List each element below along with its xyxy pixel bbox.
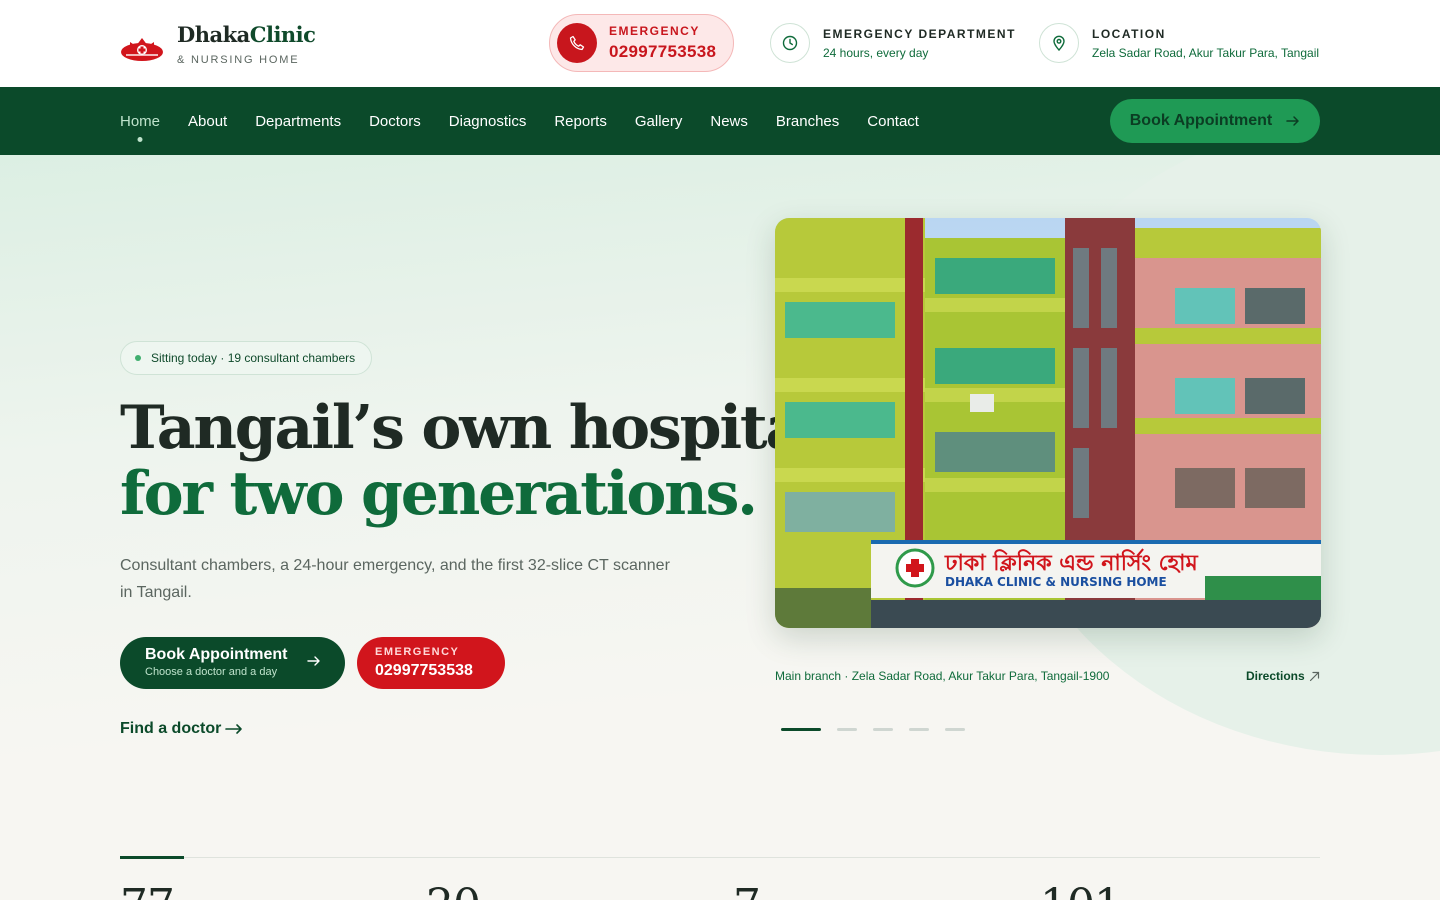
arrow-right-icon bbox=[1286, 116, 1299, 126]
phone-icon bbox=[557, 23, 597, 63]
brand-name: DhakaClinic bbox=[177, 22, 316, 47]
carousel-dot-5[interactable] bbox=[945, 728, 965, 731]
department-hours: 24 hours, every day bbox=[823, 45, 929, 60]
book-appointment-nav-button[interactable]: Book Appointment bbox=[1110, 99, 1320, 143]
arrow-right-icon bbox=[225, 724, 243, 734]
map-pin-icon bbox=[1039, 23, 1079, 63]
carousel-dot-3[interactable] bbox=[873, 728, 893, 731]
nav-item-doctors[interactable]: Doctors bbox=[369, 113, 421, 130]
carousel-dots bbox=[781, 728, 965, 731]
find-doctor-label: Find a doctor bbox=[120, 720, 222, 737]
brand-subtitle: & NURSING HOME bbox=[177, 54, 300, 66]
book-appointment-button[interactable]: Book Appointment Choose a doctor and a d… bbox=[120, 637, 345, 689]
arrow-up-right-icon bbox=[1309, 671, 1319, 681]
photo-caption: Main branch · Zela Sadar Road, Akur Taku… bbox=[775, 669, 1110, 683]
hero-description: Consultant chambers, a 24-hour emergency… bbox=[120, 557, 670, 601]
nav-item-gallery[interactable]: Gallery bbox=[635, 113, 683, 130]
find-doctor-link[interactable]: Find a doctor bbox=[120, 720, 243, 738]
emergency-department-info: EMERGENCY DEPARTMENT 24 hours, every day bbox=[770, 23, 1016, 63]
stats-accent-bar bbox=[120, 856, 184, 859]
nav-item-home[interactable]: Home bbox=[120, 113, 160, 142]
department-title: EMERGENCY DEPARTMENT bbox=[823, 26, 1016, 41]
emergency-number: 02997753538 bbox=[609, 42, 717, 61]
nav-item-reports[interactable]: Reports bbox=[554, 113, 607, 130]
carousel-dot-1[interactable] bbox=[781, 728, 821, 731]
brand-logo[interactable]: DhakaClinic & NURSING HOME bbox=[120, 22, 316, 68]
location-title: LOCATION bbox=[1092, 26, 1166, 41]
emergency-button-label: EMERGENCY bbox=[375, 646, 460, 658]
hero-title-line1: Tangail’s own hospital, bbox=[120, 393, 844, 463]
stats-divider bbox=[120, 857, 1320, 858]
nav-item-diagnostics[interactable]: Diagnostics bbox=[449, 113, 527, 130]
top-bar: DhakaClinic & NURSING HOME EMERGENCY 029… bbox=[0, 0, 1440, 87]
emergency-call-button[interactable]: EMERGENCY 02997753538 bbox=[357, 637, 505, 689]
hospital-building-photo: ঢাকা ক্লিনিক এন্ড নার্সিং হোম DHAKA CLIN… bbox=[775, 218, 1321, 628]
nav-item-branches[interactable]: Branches bbox=[776, 113, 839, 130]
clinic-logo-icon bbox=[121, 38, 163, 61]
sign-english-text: DHAKA CLINIC & NURSING HOME bbox=[945, 575, 1167, 589]
location-address: Zela Sadar Road, Akur Takur Para, Tangai… bbox=[1092, 45, 1320, 60]
stat-value-2: 20 bbox=[426, 880, 481, 900]
carousel-dot-2[interactable] bbox=[837, 728, 857, 731]
emergency-call-pill[interactable]: EMERGENCY 02997753538 bbox=[549, 14, 734, 72]
hero-title-line2: for two generations. bbox=[120, 459, 758, 529]
hero-section: Sitting today · 19 consultant chambers T… bbox=[0, 155, 1440, 900]
nav-list: Home About Departments Doctors Diagnosti… bbox=[120, 87, 919, 155]
status-badge: Sitting today · 19 consultant chambers bbox=[120, 341, 373, 375]
nav-item-departments[interactable]: Departments bbox=[255, 113, 341, 130]
directions-label: Directions bbox=[1246, 669, 1305, 683]
stat-value-3: 7 bbox=[733, 880, 761, 900]
book-appointment-nav-label: Book Appointment bbox=[1129, 112, 1273, 129]
book-appointment-title: Book Appointment bbox=[145, 646, 288, 663]
stat-value-4: 101 bbox=[1040, 880, 1122, 900]
nav-item-news[interactable]: News bbox=[710, 113, 748, 130]
emergency-label: EMERGENCY bbox=[609, 24, 700, 38]
carousel-dot-4[interactable] bbox=[909, 728, 929, 731]
nav-item-contact[interactable]: Contact bbox=[867, 113, 919, 130]
book-appointment-subtitle: Choose a doctor and a day bbox=[145, 666, 278, 678]
nav-item-about[interactable]: About bbox=[188, 113, 227, 130]
hero-title: Tangail’s own hospital, for two generati… bbox=[120, 393, 844, 529]
sign-bangla-text: ঢাকা ক্লিনিক এন্ড নার্সিং হোম bbox=[944, 548, 1199, 576]
status-badge-text: Sitting today · 19 consultant chambers bbox=[151, 351, 356, 365]
arrow-right-icon bbox=[307, 656, 320, 666]
stat-value-1: 77 bbox=[120, 880, 175, 900]
location-info: LOCATION Zela Sadar Road, Akur Takur Par… bbox=[1039, 23, 1319, 63]
main-nav: Home About Departments Doctors Diagnosti… bbox=[0, 87, 1440, 155]
clock-icon bbox=[770, 23, 810, 63]
emergency-button-number: 02997753538 bbox=[375, 662, 473, 679]
status-dot bbox=[135, 355, 141, 361]
directions-link[interactable]: Directions bbox=[1246, 669, 1320, 683]
active-indicator-dot bbox=[137, 136, 143, 142]
